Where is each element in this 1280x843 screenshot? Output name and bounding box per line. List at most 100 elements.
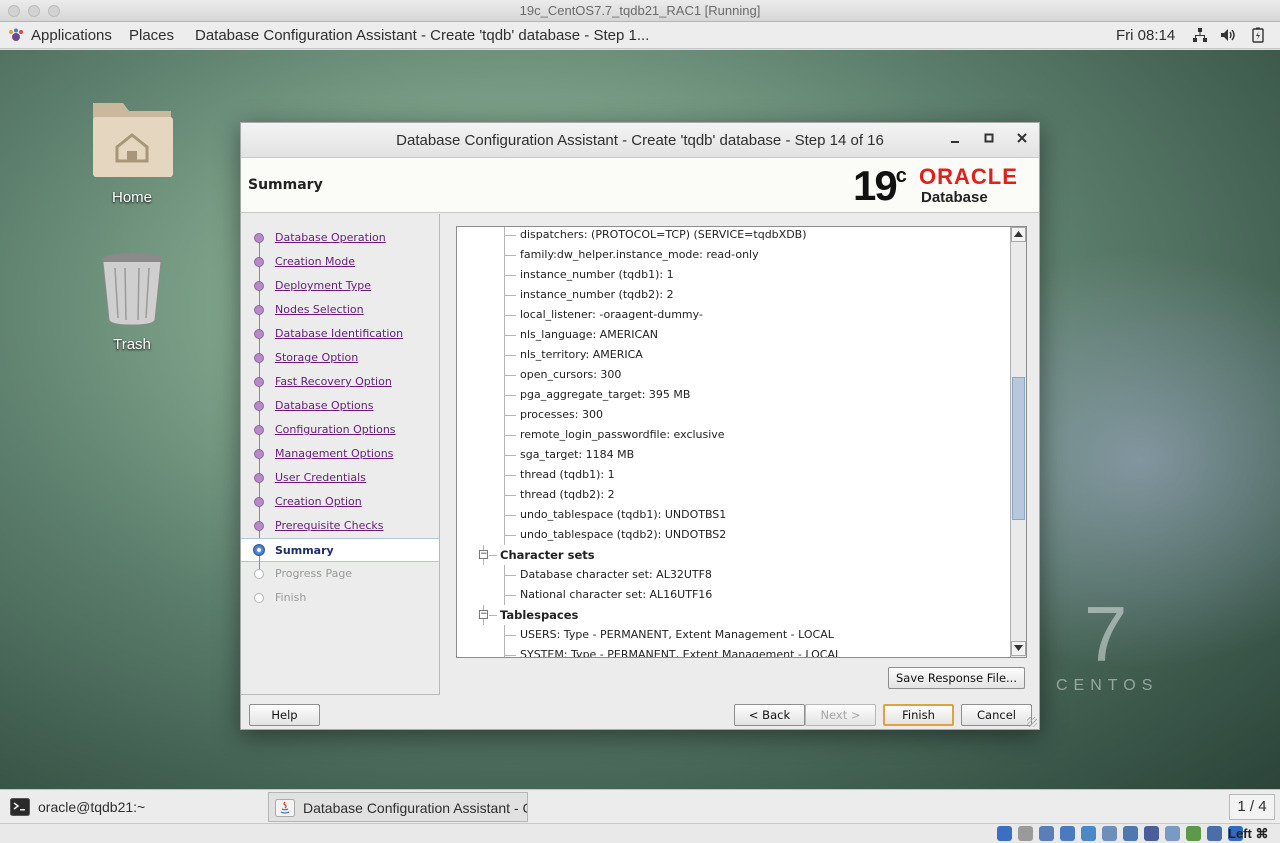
step-database-operation[interactable]: Database Operation <box>241 226 439 262</box>
tree-row-text: pga_aggregate_target: 395 MB <box>520 388 691 401</box>
task-terminal[interactable]: oracle@tqdb21:~ <box>4 792 262 822</box>
help-button[interactable]: Help <box>249 704 320 726</box>
dbca-dialog: Database Configuration Assistant - Creat… <box>240 122 1040 730</box>
zoom-traffic-light[interactable] <box>48 5 60 17</box>
close-traffic-light[interactable] <box>8 5 20 17</box>
step-user-credentials[interactable]: User Credentials <box>241 466 439 502</box>
tree-row-text: undo_tablespace (tqdb1): UNDOTBS1 <box>520 508 727 521</box>
tree-guide-line <box>504 227 505 245</box>
tree-row-text: family:dw_helper.instance_mode: read-onl… <box>520 248 759 261</box>
cancel-button[interactable]: Cancel <box>961 704 1032 726</box>
tree-branch-line <box>504 275 516 276</box>
step-marker-icon <box>254 473 264 483</box>
tree-row-text: USERS: Type - PERMANENT, Extent Manageme… <box>520 628 834 641</box>
step-summary: Summary <box>241 538 439 575</box>
step-label: Creation Option <box>275 495 362 508</box>
scroll-up-button[interactable] <box>1011 227 1026 242</box>
scrollbar-thumb[interactable] <box>1012 377 1025 520</box>
applications-menu[interactable]: Applications <box>8 22 112 49</box>
virtualization-icon[interactable] <box>1165 826 1180 841</box>
guest-additions-icon[interactable] <box>1186 826 1201 841</box>
minimize-traffic-light[interactable] <box>28 5 40 17</box>
volume-icon[interactable] <box>1220 27 1236 43</box>
video-capture-icon[interactable] <box>1144 826 1159 841</box>
tree-section[interactable]: − Tablespaces <box>457 605 1010 625</box>
tree-branch-line <box>504 395 516 396</box>
tree-row-text: local_listener: -oraagent-dummy- <box>520 308 703 321</box>
tree-section-label: Tablespaces <box>500 608 579 622</box>
mouse-integration-icon[interactable] <box>1207 826 1222 841</box>
step-marker-icon <box>254 257 264 267</box>
step-finish: Finish <box>241 586 439 610</box>
summary-scrollbar[interactable] <box>1010 227 1026 657</box>
tree-row: open_cursors: 300 <box>457 365 1010 385</box>
tree-branch-line <box>504 255 516 256</box>
tree-section[interactable]: − Character sets <box>457 545 1010 565</box>
steps-sidebar: Database Operation Creation Mode Deploymen… <box>241 214 440 695</box>
tree-row-text: undo_tablespace (tqdb2): UNDOTBS2 <box>520 528 727 541</box>
step-deployment-type[interactable]: Deployment Type <box>241 274 439 310</box>
dialog-titlebar[interactable]: Database Configuration Assistant - Creat… <box>241 123 1039 158</box>
usb-icon[interactable] <box>1081 826 1096 841</box>
resize-grip[interactable] <box>1027 717 1037 727</box>
step-label: Creation Mode <box>275 255 356 268</box>
network-icon[interactable] <box>1192 27 1208 43</box>
optical-drive-icon[interactable] <box>1018 826 1033 841</box>
step-creation-option[interactable]: Creation Option <box>241 490 439 526</box>
back-button[interactable]: < Back <box>734 704 805 726</box>
tree-row: nls_language: AMERICAN <box>457 325 1010 345</box>
tree-row-text: processes: 300 <box>520 408 603 421</box>
tree-branch-line <box>504 295 516 296</box>
tree-row: sga_target: 1184 MB <box>457 445 1010 465</box>
step-creation-mode[interactable]: Creation Mode <box>241 250 439 286</box>
step-label: Fast Recovery Option <box>275 375 392 388</box>
step-marker-icon <box>254 425 264 435</box>
virtualbox-status-bar: Left ⌘ <box>0 823 1280 843</box>
step-database-options[interactable]: Database Options <box>241 394 439 430</box>
collapse-toggle-icon[interactable]: − <box>479 610 488 619</box>
step-fast-recovery-option[interactable]: Fast Recovery Option <box>241 370 439 406</box>
finish-button[interactable]: Finish <box>883 704 954 726</box>
display-icon[interactable] <box>1123 826 1138 841</box>
step-marker-icon <box>254 329 264 339</box>
desktop-icon-home[interactable]: Home <box>77 95 187 206</box>
step-prerequisite-checks[interactable]: Prerequisite Checks <box>241 514 439 550</box>
minimize-button[interactable] <box>946 132 964 150</box>
step-marker-icon <box>254 377 264 387</box>
battery-icon[interactable] <box>1250 27 1266 43</box>
close-button[interactable] <box>1013 132 1031 150</box>
shared-folders-icon[interactable] <box>1102 826 1117 841</box>
step-marker-icon <box>254 593 264 603</box>
desktop-icon-trash[interactable]: Trash <box>77 250 187 353</box>
step-nodes-selection[interactable]: Nodes Selection <box>241 298 439 334</box>
step-management-options[interactable]: Management Options <box>241 442 439 478</box>
step-database-identification[interactable]: Database Identification <box>241 322 439 358</box>
minimize-icon <box>951 141 959 143</box>
scroll-down-button[interactable] <box>1011 641 1026 656</box>
collapse-toggle-icon[interactable]: − <box>479 550 488 559</box>
desktop-icon-trash-label: Trash <box>113 336 151 353</box>
maximize-button[interactable] <box>980 132 998 150</box>
clock[interactable]: Fri 08:14 <box>1116 22 1175 49</box>
step-configuration-options[interactable]: Configuration Options <box>241 418 439 454</box>
active-window-menu[interactable]: Database Configuration Assistant - Creat… <box>195 22 649 49</box>
step-storage-option[interactable]: Storage Option <box>241 346 439 382</box>
workspace-indicator[interactable]: 1 / 4 <box>1229 794 1275 820</box>
tree-row: pga_aggregate_target: 395 MB <box>457 385 1010 405</box>
places-menu[interactable]: Places <box>129 22 174 49</box>
tree-branch-line <box>489 615 497 616</box>
network-adapter-icon[interactable] <box>1060 826 1075 841</box>
audio-icon[interactable] <box>1039 826 1054 841</box>
desktop-icon-home-label: Home <box>111 189 152 206</box>
logo-brand: ORACLE <box>919 164 1018 189</box>
task-dbca[interactable]: Database Configuration Assistant - C... <box>268 792 528 822</box>
save-response-file-button[interactable]: Save Response File... <box>888 667 1025 689</box>
step-label: Nodes Selection <box>275 303 364 316</box>
tree-branch-line <box>504 375 516 376</box>
next-button[interactable]: Next > <box>805 704 876 726</box>
host-key-indicator[interactable]: Left ⌘ <box>1228 825 1268 843</box>
step-marker-icon <box>254 569 264 579</box>
hard-disk-icon[interactable] <box>997 826 1012 841</box>
step-marker-icon <box>254 233 264 243</box>
summary-tree: dispatchers: (PROTOCOL=TCP) (SERVICE=tqd… <box>456 226 1027 658</box>
